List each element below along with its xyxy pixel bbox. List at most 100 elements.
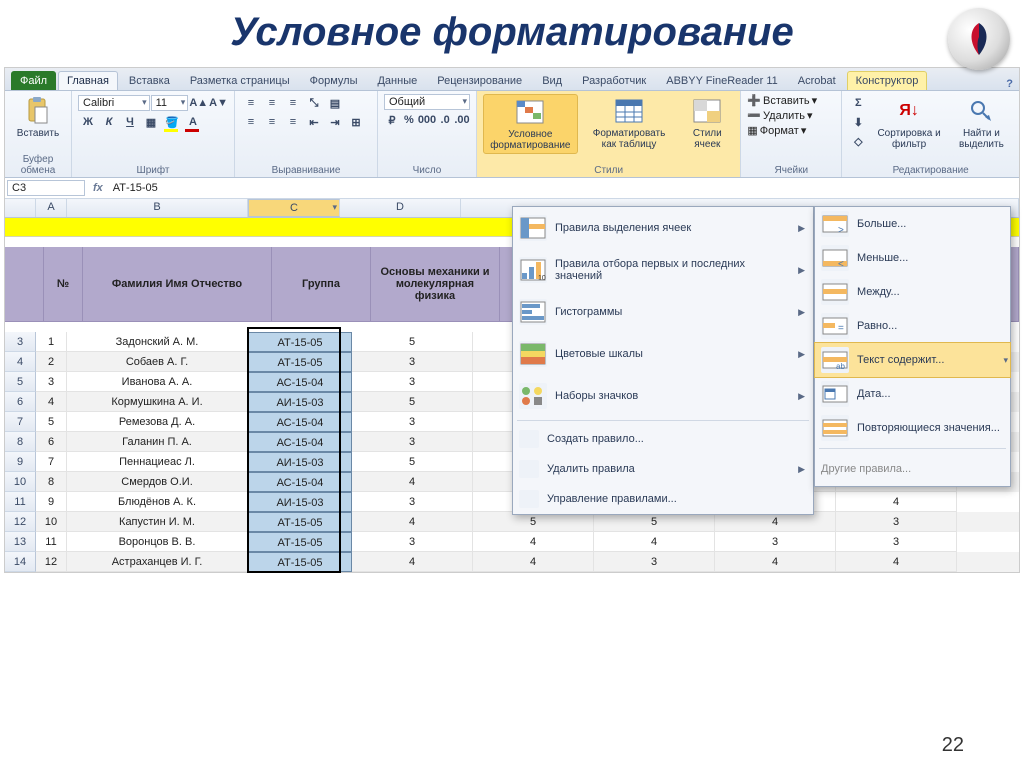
menu-item[interactable]: 10Правила отбора первых и последних знач… — [513, 249, 813, 291]
menu-icon: > — [821, 211, 849, 237]
menu-icon — [519, 383, 547, 409]
row-header[interactable]: 7 — [5, 412, 36, 432]
underline-icon[interactable]: Ч — [120, 113, 140, 131]
menu-item[interactable]: Повторяющиеся значения... — [815, 411, 1010, 445]
align-top-icon[interactable]: ≡ — [241, 94, 261, 112]
svg-text:10: 10 — [538, 275, 546, 281]
tab-insert[interactable]: Вставка — [120, 71, 179, 90]
format-icon: ▦ — [747, 124, 757, 137]
italic-icon[interactable]: К — [99, 113, 119, 131]
menu-item[interactable]: Правила выделения ячеек▶ — [513, 207, 813, 249]
align-mid-icon[interactable]: ≡ — [262, 94, 282, 112]
insert-cells-button[interactable]: ➕Вставить▾ — [747, 94, 835, 107]
select-all-corner[interactable] — [5, 199, 36, 217]
sort-filter-button[interactable]: Я↓ Сортировка и фильтр — [872, 94, 946, 152]
menu-other-rules[interactable]: Другие правила... — [815, 452, 1010, 486]
number-format-select[interactable]: Общий — [384, 94, 470, 110]
fx-icon[interactable]: fx — [87, 182, 109, 194]
percent-icon[interactable]: % — [401, 111, 417, 129]
tab-data[interactable]: Данные — [368, 71, 426, 90]
tab-acrobat[interactable]: Acrobat — [789, 71, 845, 90]
grow-font-icon[interactable]: A▲ — [189, 94, 208, 112]
align-center-icon[interactable]: ≡ — [262, 113, 282, 131]
row-header[interactable]: 5 — [5, 372, 36, 392]
menu-item[interactable]: <Меньше... — [815, 241, 1010, 275]
tab-view[interactable]: Вид — [533, 71, 571, 90]
table-row[interactable]: 1210Капустин И. М.АТ-15-0545543 — [5, 512, 1019, 532]
wrap-text-icon[interactable]: ▤ — [325, 94, 345, 112]
menu-item[interactable]: Между... — [815, 275, 1010, 309]
row-header[interactable]: 10 — [5, 472, 36, 492]
menu-icon — [519, 341, 547, 367]
border-icon[interactable]: ▦ — [141, 113, 161, 131]
bold-icon[interactable]: Ж — [78, 113, 98, 131]
font-color-icon[interactable]: A — [183, 113, 203, 131]
tab-dev[interactable]: Разработчик — [573, 71, 655, 90]
row-header[interactable]: 12 — [5, 512, 36, 532]
name-box[interactable]: C3 — [7, 180, 85, 196]
menu-item[interactable]: Управление правилами... — [513, 484, 813, 514]
comma-icon[interactable]: 000 — [418, 111, 436, 129]
col-a[interactable]: A — [36, 199, 67, 217]
tab-layout[interactable]: Разметка страницы — [181, 71, 299, 90]
format-as-table-button[interactable]: Форматировать как таблицу — [582, 94, 677, 152]
menu-item[interactable]: =Равно... — [815, 309, 1010, 343]
tab-formulas[interactable]: Формулы — [301, 71, 367, 90]
tab-abbyy[interactable]: ABBYY FineReader 11 — [657, 71, 787, 90]
formula-input[interactable]: АТ-15-05 — [109, 181, 162, 195]
col-d[interactable]: D — [340, 199, 461, 217]
tab-home[interactable]: Главная — [58, 71, 118, 90]
tab-design[interactable]: Конструктор — [847, 71, 928, 90]
row-header[interactable]: 11 — [5, 492, 36, 512]
row-header[interactable]: 13 — [5, 532, 36, 552]
tab-file[interactable]: Файл — [11, 71, 56, 90]
currency-icon[interactable]: ₽ — [384, 111, 400, 129]
row-header[interactable]: 9 — [5, 452, 36, 472]
menu-item[interactable]: Цветовые шкалы▶ — [513, 333, 813, 375]
table-row[interactable]: 1412Астраханцев И. Г.АТ-15-0544344 — [5, 552, 1019, 572]
row-header[interactable]: 8 — [5, 432, 36, 452]
font-size-select[interactable]: 11 — [151, 95, 189, 111]
row-header[interactable]: 6 — [5, 392, 36, 412]
menu-icon — [519, 430, 539, 448]
menu-item[interactable]: Дата... — [815, 377, 1010, 411]
help-icon[interactable]: ? — [1006, 78, 1013, 90]
align-left-icon[interactable]: ≡ — [241, 113, 261, 131]
delete-cells-button[interactable]: ➖Удалить▾ — [747, 109, 835, 122]
autosum-icon[interactable]: Σ — [848, 94, 868, 112]
menu-item[interactable]: >Больше... — [815, 207, 1010, 241]
formula-bar: C3 fx АТ-15-05 — [5, 178, 1019, 199]
menu-item[interactable]: Создать правило... — [513, 424, 813, 454]
align-right-icon[interactable]: ≡ — [283, 113, 303, 131]
indent-dec-icon[interactable]: ⇤ — [304, 113, 324, 131]
indent-inc-icon[interactable]: ⇥ — [325, 113, 345, 131]
fill-color-icon[interactable]: 🪣 — [162, 113, 182, 131]
menu-item[interactable]: abТекст содержит... — [814, 342, 1011, 378]
conditional-formatting-button[interactable]: Условное форматирование — [483, 94, 578, 154]
row-header[interactable]: 14 — [5, 552, 36, 572]
dec-dec-icon[interactable]: .00 — [454, 111, 470, 129]
row-header[interactable]: 4 — [5, 352, 36, 372]
find-select-button[interactable]: Найти и выделить — [950, 94, 1013, 152]
format-cells-button[interactable]: ▦Формат▾ — [747, 124, 835, 137]
merge-icon[interactable]: ⊞ — [346, 113, 366, 131]
table-row[interactable]: 1311Воронцов В. В.АТ-15-0534433 — [5, 532, 1019, 552]
menu-item[interactable]: Наборы значков▶ — [513, 375, 813, 417]
insert-icon: ➕ — [747, 94, 761, 107]
align-bot-icon[interactable]: ≡ — [283, 94, 303, 112]
orientation-icon[interactable]: ⤡ — [304, 94, 324, 112]
cell-styles-button[interactable]: Стили ячеек — [680, 94, 734, 152]
font-name-select[interactable]: Calibri — [78, 95, 150, 111]
fill-icon[interactable]: ⬇ — [848, 113, 868, 131]
paste-button[interactable]: Вставить — [11, 94, 65, 141]
shrink-font-icon[interactable]: A▼ — [209, 94, 228, 112]
page-number: 22 — [942, 734, 964, 757]
tab-review[interactable]: Рецензирование — [428, 71, 531, 90]
col-c[interactable]: C — [248, 199, 340, 217]
menu-item[interactable]: Удалить правила▶ — [513, 454, 813, 484]
row-header[interactable]: 3 — [5, 332, 36, 352]
dec-inc-icon[interactable]: .0 — [437, 111, 453, 129]
col-b[interactable]: B — [67, 199, 248, 217]
menu-item[interactable]: Гистограммы▶ — [513, 291, 813, 333]
clear-icon[interactable]: ◇ — [848, 132, 868, 150]
